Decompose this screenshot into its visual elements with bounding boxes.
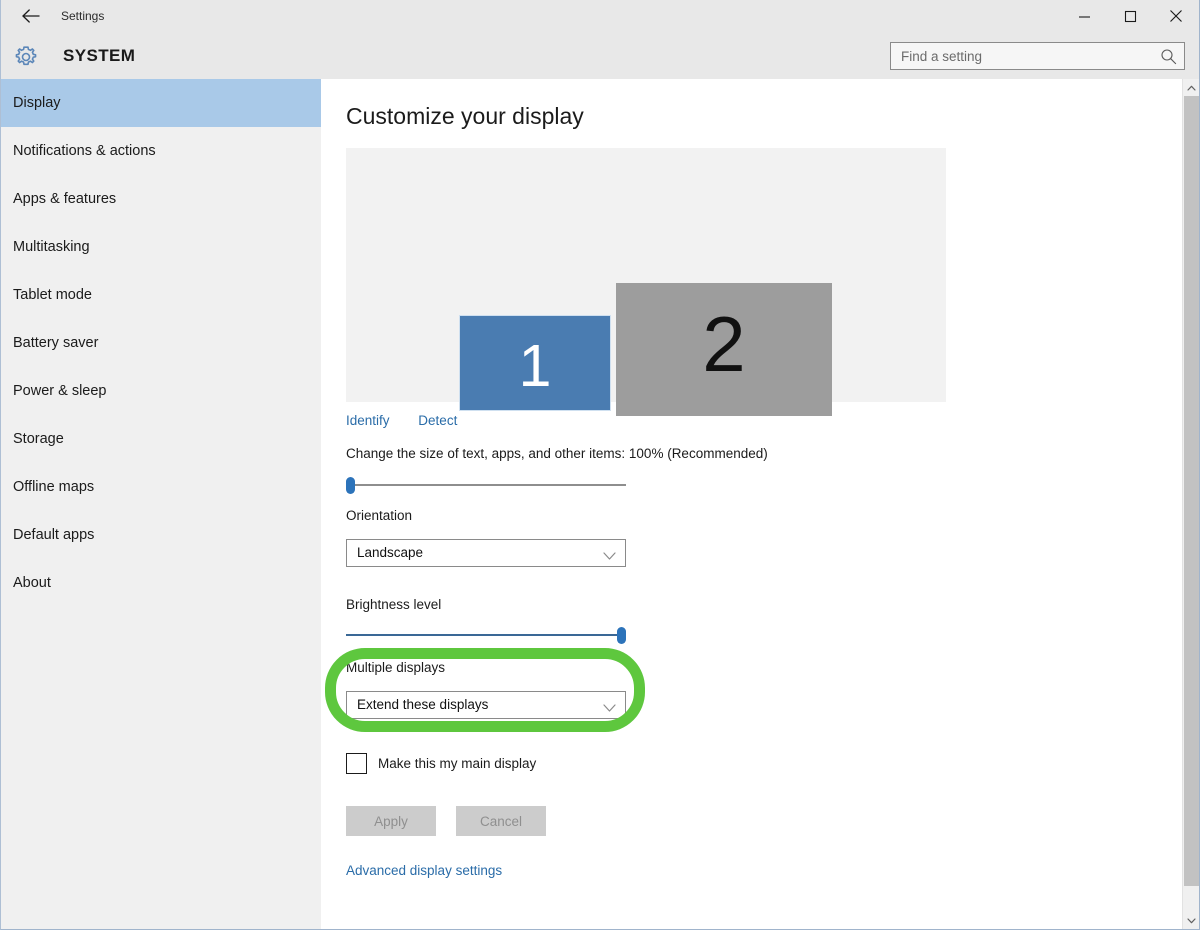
sidebar: Display Notifications & actions Apps & f… [1,79,321,929]
multiple-displays-label: Multiple displays [346,660,445,675]
sidebar-item-label: Power & sleep [13,383,107,399]
sidebar-item-display[interactable]: Display [1,79,321,127]
make-main-display-checkbox[interactable] [346,753,367,774]
scale-slider-track [352,484,626,486]
search-icon[interactable] [1160,48,1177,65]
search-box[interactable] [890,42,1185,70]
content-pane: Customize your display 1 2 Identify Dete… [321,79,1199,929]
sidebar-item-storage[interactable]: Storage [1,415,321,463]
gear-icon [12,43,40,71]
scroll-up-arrow-icon[interactable] [1183,79,1199,96]
sidebar-item-notifications-and-actions[interactable]: Notifications & actions [1,127,321,175]
minimize-button[interactable] [1061,0,1107,32]
display-arrangement-preview: 1 2 [346,148,946,402]
monitor-1-number: 1 [460,337,610,396]
app-header: SYSTEM [1,32,1199,79]
sidebar-item-offline-maps[interactable]: Offline maps [1,463,321,511]
sidebar-item-label: Display [13,95,61,111]
cancel-button[interactable]: Cancel [456,806,546,836]
orientation-selected-value: Landscape [357,540,423,566]
sidebar-item-label: Battery saver [13,335,98,351]
scroll-down-arrow-icon[interactable] [1183,912,1199,929]
sidebar-item-label: Notifications & actions [13,143,156,159]
sidebar-item-label: Default apps [13,527,94,543]
chevron-down-icon [603,548,616,557]
sidebar-item-about[interactable]: About [1,559,321,607]
brightness-slider-thumb[interactable] [617,627,626,644]
chevron-down-icon [603,700,616,709]
identify-link[interactable]: Identify [346,413,390,428]
scrollbar-thumb[interactable] [1184,96,1199,886]
window-title: Settings [61,0,104,32]
sidebar-item-label: Apps & features [13,191,116,207]
monitor-2-number: 2 [616,305,832,383]
title-bar: Settings [1,0,1199,32]
detect-link[interactable]: Detect [418,413,457,428]
back-button[interactable] [9,0,53,32]
sidebar-item-apps-and-features[interactable]: Apps & features [1,175,321,223]
page-title: Customize your display [346,103,584,130]
sidebar-item-label: Multitasking [13,239,90,255]
brightness-slider[interactable] [346,625,626,645]
scale-slider[interactable] [346,475,626,495]
scale-slider-thumb[interactable] [346,477,355,494]
settings-window: Settings SYST [0,0,1200,930]
sidebar-item-default-apps[interactable]: Default apps [1,511,321,559]
brightness-label: Brightness level [346,597,441,612]
advanced-display-settings-link[interactable]: Advanced display settings [346,863,502,878]
sidebar-item-battery-saver[interactable]: Battery saver [1,319,321,367]
multiple-displays-selected-value: Extend these displays [357,692,488,718]
preview-links-row: Identify Detect [346,413,482,428]
scale-label: Change the size of text, apps, and other… [346,446,768,461]
apply-button[interactable]: Apply [346,806,436,836]
orientation-label: Orientation [346,508,412,523]
monitor-1[interactable]: 1 [459,315,611,411]
sidebar-item-label: Storage [13,431,64,447]
make-main-display-label[interactable]: Make this my main display [378,753,536,774]
multiple-displays-dropdown[interactable]: Extend these displays [346,691,626,719]
sidebar-item-label: About [13,575,51,591]
vertical-scrollbar[interactable] [1182,79,1199,929]
sidebar-item-tablet-mode[interactable]: Tablet mode [1,271,321,319]
sidebar-item-multitasking[interactable]: Multitasking [1,223,321,271]
monitor-2[interactable]: 2 [616,283,832,416]
sidebar-item-label: Offline maps [13,479,94,495]
brightness-slider-track [346,634,621,636]
page-section-title: SYSTEM [63,32,135,79]
maximize-button[interactable] [1107,0,1153,32]
sidebar-item-power-and-sleep[interactable]: Power & sleep [1,367,321,415]
search-input[interactable] [891,43,1156,69]
sidebar-item-label: Tablet mode [13,287,92,303]
orientation-dropdown[interactable]: Landscape [346,539,626,567]
close-button[interactable] [1153,0,1199,32]
